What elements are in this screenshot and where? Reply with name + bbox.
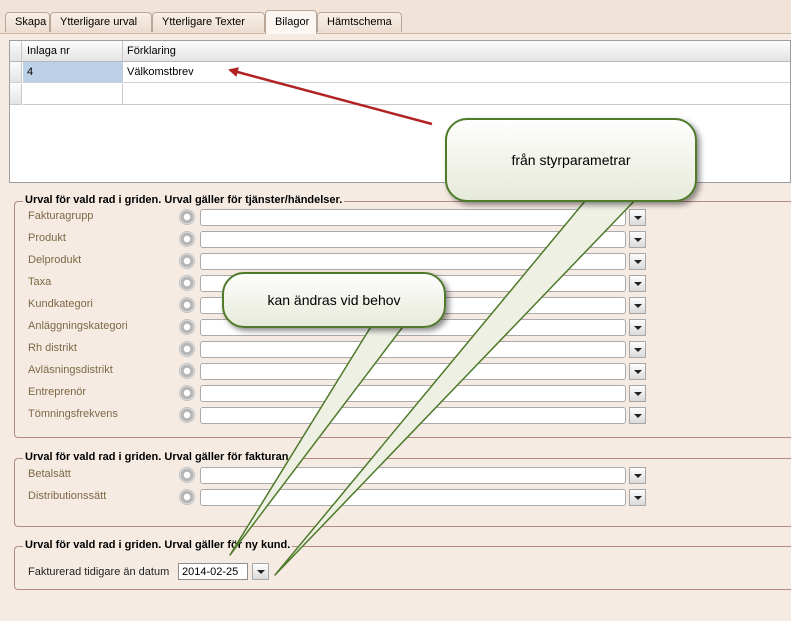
gear-icon[interactable] xyxy=(179,319,195,335)
column-header-inlaga-nr[interactable]: Inlaga nr xyxy=(23,41,123,61)
column-header-forklaring[interactable]: Förklaring xyxy=(123,41,423,61)
gear-icon[interactable] xyxy=(179,489,195,505)
tomningsfrekvens-input[interactable] xyxy=(200,407,626,424)
rh-distrikt-input[interactable] xyxy=(200,341,626,358)
date-input[interactable]: 2014-02-25 xyxy=(178,563,248,580)
row-selector-new[interactable] xyxy=(10,84,22,105)
group-title: Urval för vald rad i griden. Urval gälle… xyxy=(23,539,293,551)
label-taxa: Taxa xyxy=(28,276,52,288)
label-fakturagrupp: Fakturagrupp xyxy=(28,210,94,222)
label-fakturerad-tidigare: Fakturerad tidigare än datum xyxy=(28,566,170,578)
tab-bar: Skapa Ytterligare urval Ytterligare Text… xyxy=(0,0,791,34)
label-kundkategori: Kundkategori xyxy=(28,298,93,310)
betalsatt-input[interactable] xyxy=(200,467,626,484)
gear-icon[interactable] xyxy=(179,341,195,357)
gear-icon[interactable] xyxy=(179,253,195,269)
betalsatt-dropdown-button[interactable] xyxy=(629,467,646,484)
fakturagrupp-dropdown-button[interactable] xyxy=(629,209,646,226)
entreprenor-dropdown-button[interactable] xyxy=(629,385,646,402)
row-selector[interactable] xyxy=(10,62,22,83)
tab-ytterligare-urval[interactable]: Ytterligare urval xyxy=(50,12,152,32)
group-title: Urval för vald rad i griden. Urval gälle… xyxy=(23,194,345,206)
gear-icon[interactable] xyxy=(179,467,195,483)
cell-new-forklaring[interactable] xyxy=(123,84,790,105)
fakturagrupp-input[interactable] xyxy=(200,209,626,226)
gear-icon[interactable] xyxy=(179,275,195,291)
kundkategori-dropdown-button[interactable] xyxy=(629,297,646,314)
grid-header: Inlaga nr Förklaring xyxy=(10,41,790,62)
cell-forklaring[interactable]: Välkomstbrev xyxy=(123,62,790,83)
label-produkt: Produkt xyxy=(28,232,66,244)
gear-icon[interactable] xyxy=(179,363,195,379)
label-delprodukt: Delprodukt xyxy=(28,254,82,266)
tab-bilagor[interactable]: Bilagor xyxy=(265,10,317,34)
delprodukt-input[interactable] xyxy=(200,253,626,270)
label-rh-distrikt: Rh distrikt xyxy=(28,342,77,354)
taxa-dropdown-button[interactable] xyxy=(629,275,646,292)
gear-icon[interactable] xyxy=(179,297,195,313)
delprodukt-dropdown-button[interactable] xyxy=(629,253,646,270)
callout-andras-vid-behov: kan ändras vid behov xyxy=(222,272,446,328)
gear-icon[interactable] xyxy=(179,231,195,247)
distributionssatt-input[interactable] xyxy=(200,489,626,506)
entreprenor-input[interactable] xyxy=(200,385,626,402)
callout-text: kan ändras vid behov xyxy=(267,292,401,308)
gear-icon[interactable] xyxy=(179,209,195,225)
group-title: Urval för vald rad i griden. Urval gälle… xyxy=(23,451,294,463)
callout-styrparametrar: från styrparametrar xyxy=(445,118,697,202)
avlasningsdistrikt-dropdown-button[interactable] xyxy=(629,363,646,380)
produkt-dropdown-button[interactable] xyxy=(629,231,646,248)
produkt-input[interactable] xyxy=(200,231,626,248)
tab-skapa[interactable]: Skapa xyxy=(5,12,50,32)
callout-text: från styrparametrar xyxy=(511,152,631,168)
avlasningsdistrikt-input[interactable] xyxy=(200,363,626,380)
label-anlaggningskategori: Anläggningskategori xyxy=(28,320,128,332)
tab-hamtschema[interactable]: Hämtschema xyxy=(317,12,402,32)
label-avlasningsdistrikt: Avläsningsdistrikt xyxy=(28,364,113,376)
gear-icon[interactable] xyxy=(179,385,195,401)
anlaggningskategori-dropdown-button[interactable] xyxy=(629,319,646,336)
gear-icon[interactable] xyxy=(179,407,195,423)
grid-corner xyxy=(10,41,22,61)
label-entreprenor: Entreprenör xyxy=(28,386,87,398)
label-distributionssatt: Distributionssätt xyxy=(28,490,107,502)
label-betalsatt: Betalsätt xyxy=(28,468,71,480)
cell-new-inlaga-nr[interactable] xyxy=(23,84,123,105)
cell-inlaga-nr[interactable]: 4 xyxy=(23,62,123,83)
rh-distrikt-dropdown-button[interactable] xyxy=(629,341,646,358)
tomningsfrekvens-dropdown-button[interactable] xyxy=(629,407,646,424)
date-dropdown-button[interactable] xyxy=(252,563,269,580)
distributionssatt-dropdown-button[interactable] xyxy=(629,489,646,506)
tab-ytterligare-texter[interactable]: Ytterligare Texter xyxy=(152,12,265,32)
label-tomningsfrekvens: Tömningsfrekvens xyxy=(28,408,118,420)
